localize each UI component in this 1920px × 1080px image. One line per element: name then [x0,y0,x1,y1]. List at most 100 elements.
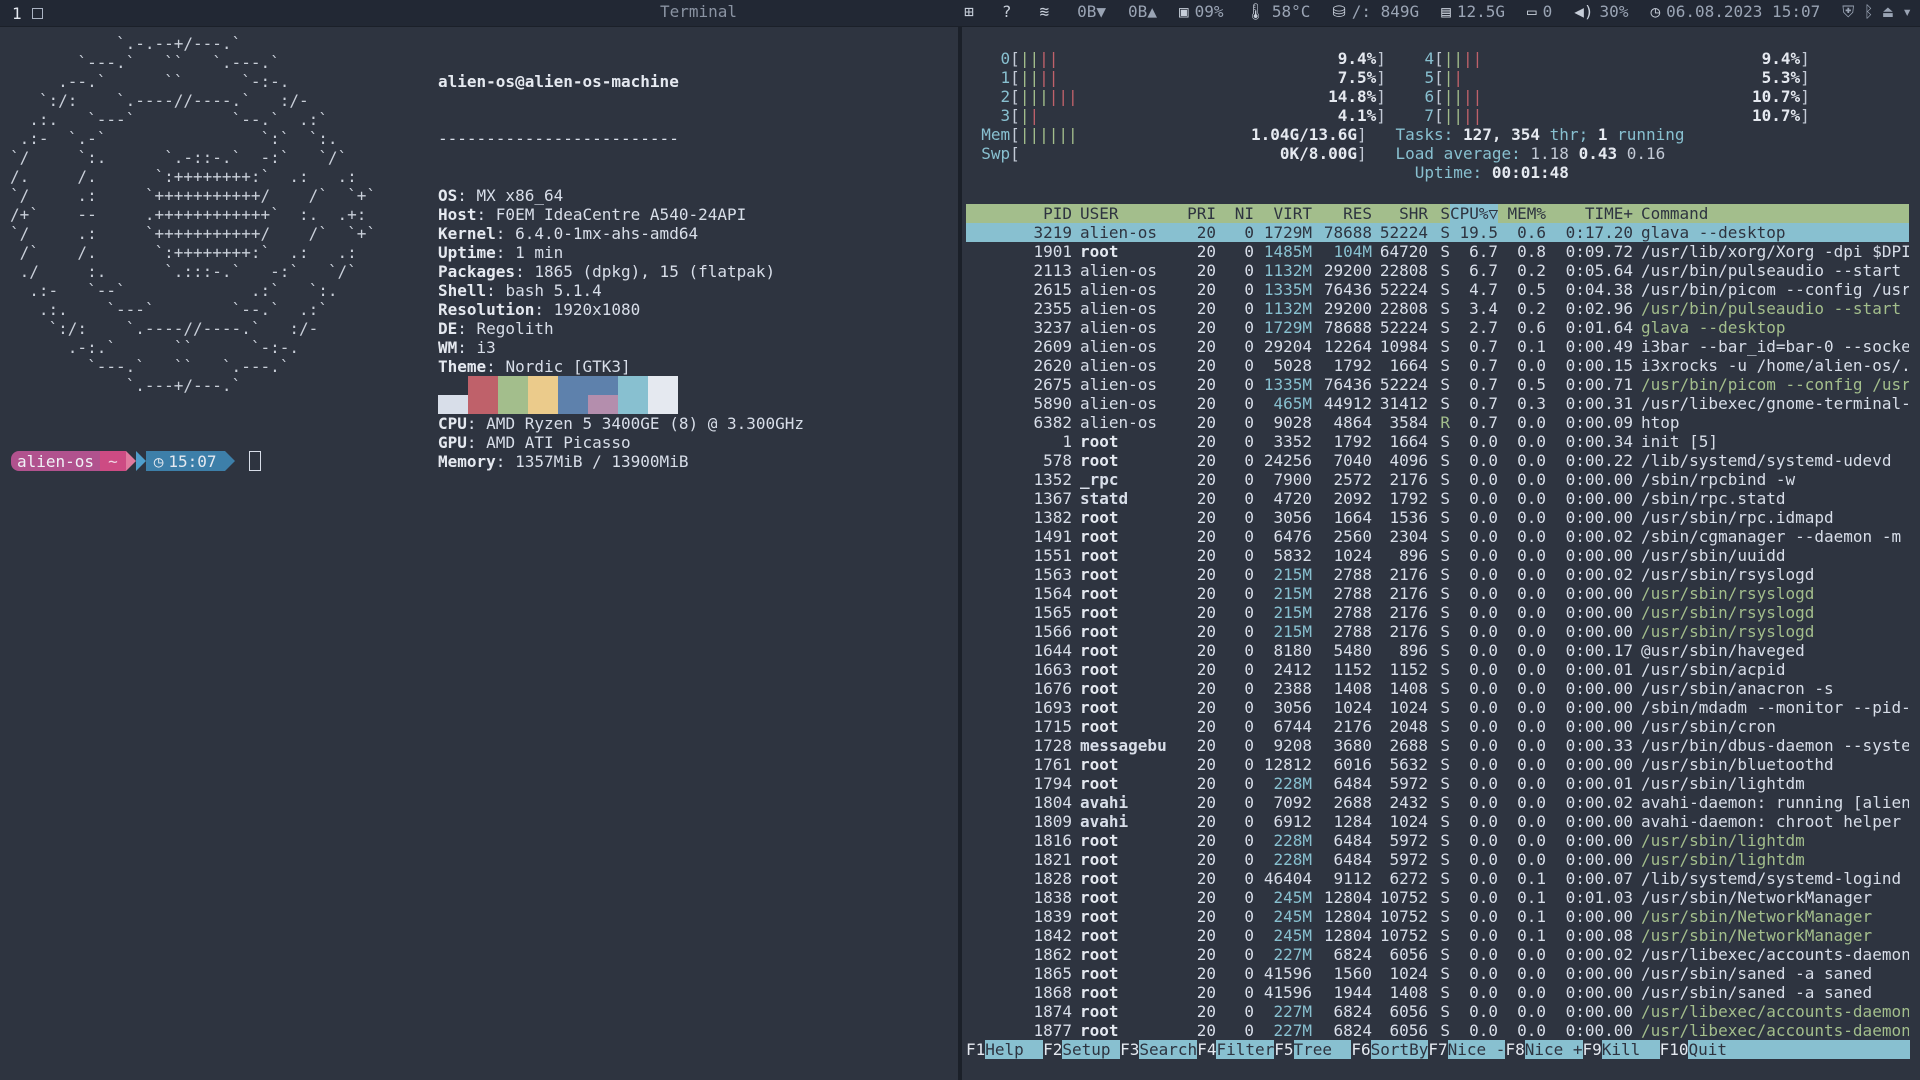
chevron-down-icon[interactable]: ▾ [1902,2,1912,21]
status-block[interactable]: ▣ 09% [1179,2,1224,22]
process-row[interactable]: 3237 alien-os 20 0 1729M 78688 52224 S 2.7 0.6 0:0… [966,318,1909,337]
process-row[interactable]: 2609 alien-os 20 0 29204 12264 10984 S 0.7 0.1 0:0… [966,337,1909,356]
process-row[interactable]: 2620 alien-os 20 0 5028 1792 1664 S 0.7 0.0 0:00.1… [966,356,1909,375]
process-row[interactable]: 1839 root 20 0 245M 12804 10752 S 0.0 0.1 0:00.00 /… [966,907,1909,926]
process-row[interactable]: 1809 avahi 20 0 6912 1284 1024 S 0.0 0.0 0:00.00 av… [966,812,1909,831]
cell-pid: 1566 [1033,622,1072,641]
fkey-f4-button[interactable]: F4Filter [1197,1040,1275,1059]
status-block[interactable]: ⊞ [964,2,980,22]
process-row[interactable]: 1564 root 20 0 215M 2788 2176 S 0.0 0.0 0:00.00/us… [966,584,1909,603]
process-row[interactable]: 2355 alien-os 20 0 1132M 29200 22808 S 3.4 0.2 0:0… [966,299,1909,318]
column-header-shr[interactable]: SHR [1372,204,1428,223]
fkey-f8-button[interactable]: F8Nice + [1505,1040,1583,1059]
status-block[interactable]: ◷ 06.08.2023 15:07 [1650,2,1820,22]
process-row[interactable]: 1874 root 20 0 227M 6824 6056 S 0.0 0.0 0:00.00/us… [966,1002,1909,1021]
status-block[interactable]: ⛁ /: 849G [1332,2,1419,22]
column-header-mem-percent[interactable]: MEM% [1498,204,1546,223]
column-header-time[interactable]: TIME+ [1546,204,1633,223]
process-row[interactable]: 1491 root 20 0 6476 2560 2304 S 0.0 0.0 0:00.02/sb… [966,527,1909,546]
process-row[interactable]: 1901 root 20 0 1485M 104M 64720 S 6.7 0.8 0:09.72 /… [966,242,1909,261]
cell-virt: 46404 [1263,869,1312,888]
process-row[interactable]: 1868 root 20 0 41596 1944 1408 S 0.0 0.0 0:00.00/u… [966,983,1909,1002]
status-block[interactable]: 🌡 58°C [1246,2,1311,22]
process-row[interactable]: 2113 alien-os 20 0 1132M 29200 22808 S 6.7 0.2 0:0… [966,261,1909,280]
process-row[interactable]: 1565 root 20 0 215M 2788 2176 S 0.0 0.0 0:00.00/us… [966,603,1909,622]
status-block[interactable]: ≋ [1040,2,1056,22]
process-row[interactable]: 578 root 20 0 24256 7040 4096 S 0.0 0.0 0:00.22/li… [966,451,1909,470]
tray-icons[interactable]: ⛨ ᛒ ⏏ ▾ [1842,2,1912,22]
field-colon: : [495,224,516,243]
cell-user: root [1080,451,1119,470]
fkey-f9-button[interactable]: F9Kill [1583,1040,1660,1059]
bluetooth-icon[interactable]: ᛒ [1864,2,1883,21]
status-block[interactable]: ◀) 30% [1574,2,1628,22]
process-row[interactable]: 1877 root 20 0 227M 6824 6056 S 0.0 0.0 0:00.00/us… [966,1021,1909,1040]
process-row[interactable]: 1865 root 20 0 41596 1560 1024 S 0.0 0.0 0:00.00/u… [966,964,1909,983]
process-row[interactable]: 5890 alien-os 20 0 465M 44912 31412 S 0.7 0.3 0:00… [966,394,1909,413]
status-block[interactable]: ? [1002,2,1018,22]
column-header-pid[interactable]: PID [966,204,1072,223]
process-row[interactable]: 3219 alien-os 20 0 1729M 78688 52224 S 19.5 0.6 0:… [966,223,1909,242]
process-row[interactable]: 1551 root 20 0 5832 1024 896 S 0.0 0.0 0:00.00/usr… [966,546,1909,565]
process-row[interactable]: 1663 root 20 0 2412 1152 1152 S 0.0 0.0 0:00.01/us… [966,660,1909,679]
table-header[interactable]: PID USER PRI NI VIRT RES SHR S CPU%▽ MEM% TIME+ Com… [966,204,1909,223]
cell-shr: 896 [1399,641,1428,660]
cell-shr: 10984 [1379,337,1428,356]
column-header-user[interactable]: USER [1072,204,1178,223]
fkey-f6-button[interactable]: F6SortBy [1351,1040,1429,1059]
process-row[interactable]: 6382 alien-os 20 0 9028 4864 3584 R 0.7 0.0 0:00.0… [966,413,1909,432]
process-table[interactable]: PID USER PRI NI VIRT RES SHR S CPU%▽ MEM% TIME+ Com… [966,204,1909,1040]
process-row[interactable]: 1715 root 20 0 6744 2176 2048 S 0.0 0.0 0:00.00/us… [966,717,1909,736]
column-header-cpu-percent[interactable]: CPU%▽ [1450,204,1498,223]
ascii-line: `:/: `.----//----.` :/- [10,319,319,338]
process-row[interactable]: 1842 root 20 0 245M 12804 10752 S 0.0 0.1 0:00.08 /… [966,926,1909,945]
process-row[interactable]: 1563 root 20 0 215M 2788 2176 S 0.0 0.0 0:00.02/us… [966,565,1909,584]
column-header-priority[interactable]: PRI [1178,204,1216,223]
column-header-state[interactable]: S [1428,204,1450,223]
process-row[interactable]: 1352 _rpc 20 0 7900 2572 2176 S 0.0 0.0 0:00.00/sb… [966,470,1909,489]
workspace-indicator[interactable]: 1 [0,4,43,23]
cell-res: 1792 [1333,356,1372,375]
status-block[interactable]: ▤ 12.5G [1441,2,1505,22]
process-row[interactable]: 1816 root 20 0 228M 6484 5972 S 0.0 0.0 0:00.00/us… [966,831,1909,850]
status-block[interactable]: ▭ 0 [1527,2,1552,22]
process-row[interactable]: 1794 root 20 0 228M 6484 5972 S 0.0 0.0 0:00.01/us… [966,774,1909,793]
workspace-number[interactable]: 1 [12,4,22,23]
fkey-label: Nice + [1524,1040,1583,1059]
fkey-f3-button[interactable]: F3Search [1120,1040,1198,1059]
process-row[interactable]: 1761 root 20 0 12812 6016 5632 S 0.0 0.0 0:00.00/u… [966,755,1909,774]
process-row[interactable]: 1838 root 20 0 245M 12804 10752 S 0.0 0.1 0:01.03 /… [966,888,1909,907]
process-row[interactable]: 2615 alien-os 20 0 1335M 76436 52224 S 4.7 0.5 0:0… [966,280,1909,299]
shield-icon[interactable]: ⛨ [1842,2,1864,21]
terminal-htop[interactable]: 0[|||| 9.4%] 4[|||| 9.4%] 1[|||| 7.5%] 5… [962,27,1920,1080]
process-row[interactable]: 1821 root 20 0 228M 6484 5972 S 0.0 0.0 0:00.00/us… [966,850,1909,869]
process-row[interactable]: 2675 alien-os 20 0 1335M 76436 52224 S 0.7 0.5 0:0… [966,375,1909,394]
terminal-cursor[interactable] [248,451,261,471]
process-row[interactable]: 1828 root 20 0 46404 9112 6272 S 0.0 0.1 0:00.07/l… [966,869,1909,888]
status-block[interactable]: 0B▲ [1128,2,1157,22]
process-row[interactable]: 1804 avahi 20 0 7092 2688 2432 S 0.0 0.0 0:00.02 av… [966,793,1909,812]
status-text: /: 849G [1351,2,1420,21]
column-header-virt[interactable]: VIRT [1254,204,1312,223]
column-header-command[interactable]: Command [1633,204,1909,223]
terminal-left[interactable]: `.-.--+/---.` `---.` `` `.---.` .--.` ``… [0,27,958,1080]
column-header-res[interactable]: RES [1312,204,1372,223]
process-row[interactable]: 1644 root 20 0 8180 5480 896 S 0.0 0.0 0:00.17 @usr… [966,641,1909,660]
eject-icon[interactable]: ⏏ [1883,2,1902,21]
fkey-f7-button[interactable]: F7Nice - [1428,1040,1506,1059]
process-row[interactable]: 1862 root 20 0 227M 6824 6056 S 0.0 0.0 0:00.02/us… [966,945,1909,964]
fkey-f10-button[interactable]: F10Quit [1660,1040,1911,1059]
function-key-bar: F1Help F2Setup F3Search F4Filter F5Tree F6… [966,1040,1911,1059]
process-row[interactable]: 1566 root 20 0 215M 2788 2176 S 0.0 0.0 0:00.00/us… [966,622,1909,641]
status-block[interactable]: 0B▼ [1077,2,1106,22]
fkey-f5-button[interactable]: F5Tree [1274,1040,1352,1059]
process-row[interactable]: 1367 statd 20 0 4720 2092 1792 S 0.0 0.0 0:00.00/s… [966,489,1909,508]
column-header-nice[interactable]: NI [1216,204,1254,223]
fkey-f1-button[interactable]: F1Help [966,1040,1044,1059]
fkey-f2-button[interactable]: F2Setup [1043,1040,1121,1059]
process-row[interactable]: 1 root 20 0 3352 1792 1664 S 0.0 0.0 0:00.34 init [… [966,432,1909,451]
process-row[interactable]: 1382 root 20 0 3056 1664 1536 S 0.0 0.0 0:00.00/us… [966,508,1909,527]
process-row[interactable]: 1676 root 20 0 2388 1408 1408 S 0.0 0.0 0:00.00/us… [966,679,1909,698]
process-row[interactable]: 1728 messagebu 20 0 9208 3680 2688 S 0.0 0.0 0:00.… [966,736,1909,755]
process-row[interactable]: 1693 root 20 0 3056 1024 1024 S 0.0 0.0 0:00.00/sb… [966,698,1909,717]
